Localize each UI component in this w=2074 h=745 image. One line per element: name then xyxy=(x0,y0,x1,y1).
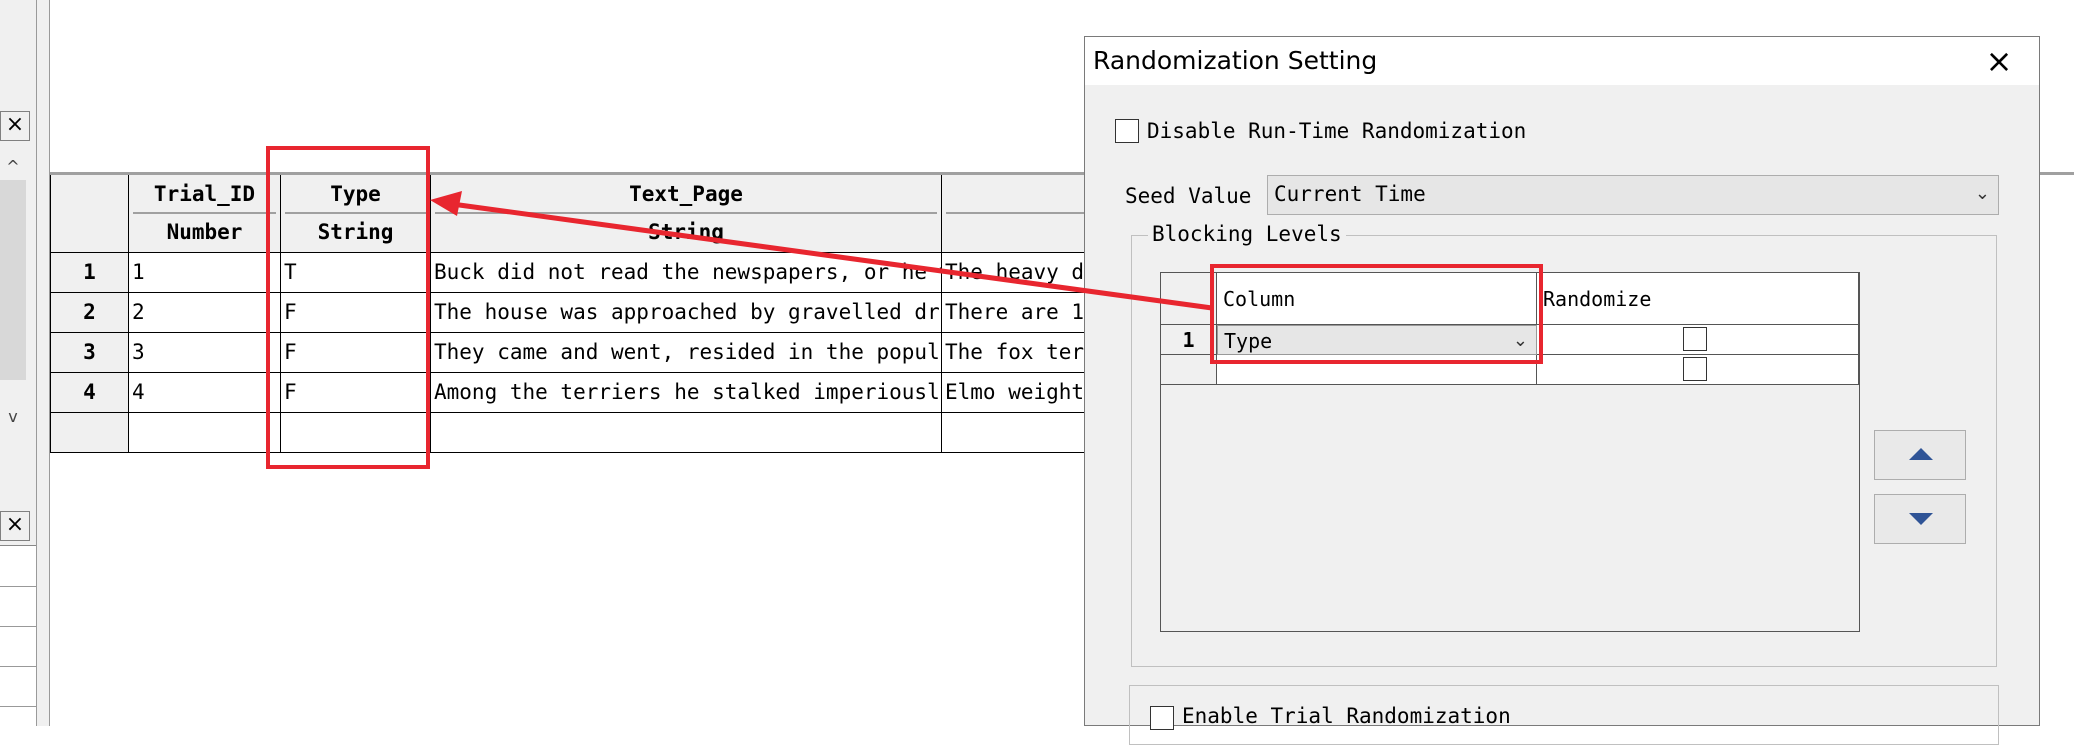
dialog-title: Randomization Setting xyxy=(1093,46,1378,75)
blocking-levels-group: Blocking Levels Column Randomize 1 Type … xyxy=(1131,222,1997,667)
randomize-checkbox[interactable] xyxy=(1683,357,1707,381)
cell-text-page[interactable]: The house was approached by gravelled dr… xyxy=(431,293,942,333)
seed-value-select[interactable]: Current Time ⌄ xyxy=(1267,175,1999,215)
chevron-down-icon: ⌄ xyxy=(1512,330,1528,351)
side-panel-strip: × ^ v × xyxy=(0,0,50,726)
close-panel-icon-2[interactable]: × xyxy=(0,511,30,541)
randomization-setting-dialog: Randomization Setting × Disable Run-Time… xyxy=(1084,36,2040,745)
column-name: Trial_ID xyxy=(153,182,256,206)
side-list xyxy=(0,545,36,726)
cell-type[interactable]: F xyxy=(281,293,431,333)
scroll-down-icon[interactable]: v xyxy=(2,406,24,428)
cell-trial-id[interactable]: 4 xyxy=(129,373,281,413)
empty-cell[interactable] xyxy=(129,413,281,453)
column-type: Number xyxy=(166,220,243,244)
randomize-checkbox[interactable] xyxy=(1683,327,1707,351)
row-number[interactable]: 1 xyxy=(50,253,129,293)
blocking-column-header[interactable]: Column xyxy=(1217,273,1537,325)
blocking-randomize-cell-empty xyxy=(1537,355,1859,385)
cell-type[interactable]: F xyxy=(281,373,431,413)
seed-value-text: Current Time xyxy=(1274,182,1426,206)
arrow-up-icon xyxy=(1909,448,1933,460)
column-header-trial-id[interactable]: Trial_ID Number xyxy=(129,175,281,253)
column-name: Text_Page xyxy=(629,182,743,206)
close-icon[interactable]: × xyxy=(1981,41,2017,81)
close-panel-icon[interactable]: × xyxy=(0,111,30,141)
row-number[interactable]: 3 xyxy=(50,333,129,373)
column-type: String xyxy=(648,220,724,244)
column-header-text-page[interactable]: Text_Page String xyxy=(431,175,942,253)
cell-trial-id[interactable]: 2 xyxy=(129,293,281,333)
empty-cell[interactable] xyxy=(281,413,431,453)
blocking-column-empty[interactable] xyxy=(1217,355,1537,385)
scroll-up-icon[interactable]: ^ xyxy=(2,156,24,178)
cell-text-page[interactable]: They came and went, resided in the popul… xyxy=(431,333,942,373)
row-number-empty[interactable] xyxy=(50,413,129,453)
enable-trial-label: Enable Trial Randomization xyxy=(1182,704,1511,728)
blocking-row-number-empty[interactable] xyxy=(1161,355,1217,385)
blocking-corner xyxy=(1161,273,1217,325)
corner-header xyxy=(50,175,129,253)
column-header-type[interactable]: Type String xyxy=(281,175,431,253)
empty-cell[interactable] xyxy=(431,413,942,453)
trial-randomization-group: Enable Trial Randomization xyxy=(1129,685,1999,745)
blocking-levels-title: Blocking Levels xyxy=(1148,222,1346,246)
blocking-randomize-cell xyxy=(1537,325,1859,355)
blocking-row-number[interactable]: 1 xyxy=(1161,325,1217,355)
data-grid: Trial_ID Number Type String Text_Page St… xyxy=(50,172,1150,454)
cell-type[interactable]: T xyxy=(281,253,431,293)
scrollbar-thumb[interactable] xyxy=(0,180,26,380)
cell-trial-id[interactable]: 1 xyxy=(129,253,281,293)
chevron-down-icon: ⌄ xyxy=(1974,183,1990,204)
cell-trial-id[interactable]: 3 xyxy=(129,333,281,373)
blocking-randomize-header[interactable]: Randomize xyxy=(1537,273,1859,325)
cell-text-page[interactable]: Among the terriers he stalked imperiousl… xyxy=(431,373,942,413)
move-up-button[interactable] xyxy=(1874,430,1966,480)
blocking-column-select[interactable]: Type ⌄ xyxy=(1217,325,1537,355)
arrow-down-icon xyxy=(1909,513,1933,525)
seed-value-label: Seed Value xyxy=(1125,184,1252,208)
disable-runtime-checkbox[interactable] xyxy=(1115,119,1139,143)
dialog-titlebar: Randomization Setting × xyxy=(1085,37,2039,85)
column-type: String xyxy=(317,220,394,244)
cell-type[interactable]: F xyxy=(281,333,431,373)
column-name: Type xyxy=(330,182,381,206)
enable-trial-checkbox[interactable] xyxy=(1150,706,1174,730)
blocking-column-value: Type xyxy=(1224,329,1273,353)
cell-text-page[interactable]: Buck did not read the newspapers, or he … xyxy=(431,253,942,293)
disable-runtime-label: Disable Run-Time Randomization xyxy=(1147,119,1527,143)
row-number[interactable]: 2 xyxy=(50,293,129,333)
move-down-button[interactable] xyxy=(1874,494,1966,544)
row-number[interactable]: 4 xyxy=(50,373,129,413)
blocking-levels-table: Column Randomize 1 Type ⌄ xyxy=(1160,272,1860,632)
panel-divider xyxy=(36,0,37,726)
